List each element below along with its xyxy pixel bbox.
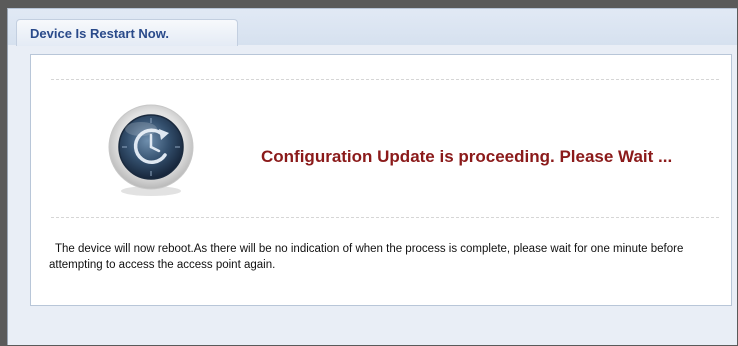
bottom-divider xyxy=(51,217,719,218)
dialog-title-tab: Device Is Restart Now. xyxy=(16,19,238,46)
dialog-header: Device Is Restart Now. xyxy=(8,9,737,46)
restart-clock-icon xyxy=(101,99,201,199)
reboot-note: The device will now reboot.As there will… xyxy=(49,243,684,271)
top-divider xyxy=(51,79,719,80)
content-panel: Configuration Update is proceeding. Plea… xyxy=(30,54,732,306)
dialog-title: Device Is Restart Now. xyxy=(30,26,169,41)
status-message: Configuration Update is proceeding. Plea… xyxy=(261,147,673,166)
restart-dialog: Device Is Restart Now. Configuration Upd… xyxy=(7,8,737,345)
